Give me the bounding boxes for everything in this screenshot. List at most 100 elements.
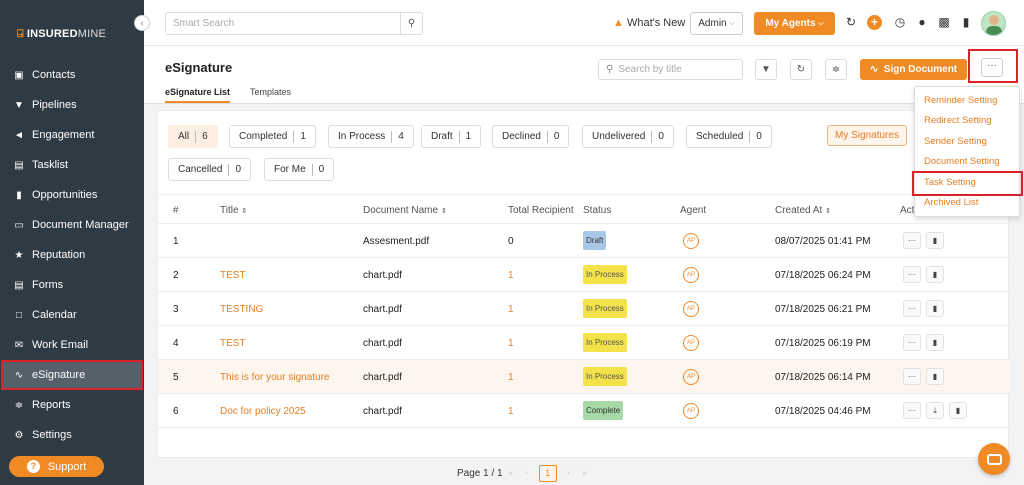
- sign-document-button[interactable]: ∿ Sign Document: [860, 59, 967, 80]
- bell-icon[interactable]: ●: [915, 15, 929, 29]
- sidebar-item-esignature[interactable]: ∿ eSignature: [1, 360, 143, 390]
- filter-button[interactable]: ▼: [755, 59, 777, 80]
- sidebar-item-contacts[interactable]: ▣ Contacts: [0, 60, 144, 90]
- row-recipients[interactable]: 1: [508, 338, 514, 349]
- app-logo[interactable]: ⍈ INSUREDMINE: [17, 28, 106, 41]
- row-recipients[interactable]: 1: [508, 406, 514, 417]
- delete-icon[interactable]: ▮: [926, 368, 944, 385]
- sidebar-item-reputation[interactable]: ★ Reputation: [0, 240, 144, 270]
- sidebar-item-tasklist[interactable]: ▤ Tasklist: [0, 150, 144, 180]
- first-page-button[interactable]: «: [503, 466, 519, 482]
- refresh-button[interactable]: ↻: [790, 59, 812, 80]
- calculator-icon[interactable]: ▮: [959, 15, 973, 29]
- col-header-title[interactable]: Title ⇕: [220, 205, 247, 216]
- more-options-button[interactable]: ···: [981, 58, 1003, 77]
- delete-icon[interactable]: ▮: [949, 402, 967, 419]
- status-badge: In Process: [583, 299, 627, 318]
- menu-item-archived-list[interactable]: Archived List: [924, 197, 978, 208]
- row-document-name: chart.pdf: [363, 304, 402, 315]
- admin-select[interactable]: Admin ⌵: [690, 12, 743, 35]
- refresh-icon: ↻: [796, 64, 806, 75]
- smart-search-input[interactable]: [166, 18, 400, 29]
- row-recipients[interactable]: 1: [508, 304, 514, 315]
- table-row[interactable]: 5 This is for your signature chart.pdf 1…: [158, 360, 1010, 394]
- sidebar-item-calendar[interactable]: □ Calendar: [0, 300, 144, 330]
- more-options-menu: Reminder Setting Redirect Setting Sender…: [912, 86, 1023, 217]
- filter-chip-cancelled[interactable]: Cancelled 0: [168, 158, 252, 181]
- row-more-button[interactable]: ···: [903, 402, 921, 419]
- row-more-button[interactable]: ···: [903, 266, 921, 283]
- table-row[interactable]: 6 Doc for policy 2025 chart.pdf 1 Comple…: [158, 394, 1010, 428]
- col-header-document-name[interactable]: Document Name ⇕: [363, 205, 447, 216]
- last-page-button[interactable]: »: [577, 466, 593, 482]
- row-more-button[interactable]: ···: [903, 300, 921, 317]
- row-created-at: 07/18/2025 04:46 PM: [775, 406, 871, 417]
- filter-chip-completed[interactable]: Completed 1: [229, 125, 316, 148]
- delete-icon[interactable]: ▮: [926, 232, 944, 249]
- row-created-at: 07/18/2025 06:14 PM: [775, 372, 871, 383]
- support-button[interactable]: ? Support: [9, 456, 104, 477]
- row-title-link[interactable]: TESTING: [220, 304, 263, 315]
- agent-avatar: AP: [683, 335, 699, 351]
- menu-item-reminder-setting[interactable]: Reminder Setting: [924, 95, 997, 106]
- title-search-input[interactable]: [618, 64, 751, 75]
- add-icon[interactable]: +: [867, 15, 882, 30]
- avatar[interactable]: [981, 11, 1006, 36]
- chevron-down-icon: ⌵: [729, 19, 735, 27]
- prev-page-button[interactable]: ‹: [519, 466, 535, 482]
- row-more-button[interactable]: ···: [903, 232, 921, 249]
- row-recipients: 0: [508, 236, 514, 247]
- row-recipients[interactable]: 1: [508, 372, 514, 383]
- row-title-link[interactable]: Doc for policy 2025: [220, 406, 306, 417]
- sidebar-item-forms[interactable]: ▤ Forms: [0, 270, 144, 300]
- filter-chip-scheduled[interactable]: Scheduled 0: [686, 125, 772, 148]
- filter-chip-for-me[interactable]: For Me 0: [264, 158, 335, 181]
- collapse-sidebar-button[interactable]: ‹: [134, 15, 150, 31]
- table-row[interactable]: 4 TEST chart.pdf 1 In Process AP 07/18/2…: [158, 326, 1010, 360]
- delete-icon[interactable]: ▮: [926, 266, 944, 283]
- download-icon[interactable]: ⤓: [926, 402, 944, 419]
- my-agents-button[interactable]: My Agents ⌵: [754, 12, 835, 35]
- tab-esignature-list[interactable]: eSignature List: [165, 87, 231, 103]
- sidebar-item-document-manager[interactable]: ▭ Document Manager: [0, 210, 144, 240]
- row-more-button[interactable]: ···: [903, 334, 921, 351]
- row-more-button[interactable]: ···: [903, 368, 921, 385]
- row-title-link[interactable]: This is for your signature: [220, 372, 330, 383]
- sidebar-item-work-email[interactable]: ✉ Work Email: [0, 330, 144, 360]
- table-row[interactable]: 1 Assesment.pdf 0 Draft AP 08/07/2025 01…: [158, 224, 1010, 258]
- next-page-button[interactable]: ›: [561, 466, 577, 482]
- chat-button[interactable]: [978, 443, 1010, 475]
- chip-icon[interactable]: ▩: [937, 15, 951, 29]
- menu-item-sender-setting[interactable]: Sender Setting: [924, 136, 987, 147]
- filter-chip-in-process[interactable]: In Process 4: [328, 125, 414, 148]
- delete-icon[interactable]: ▮: [926, 300, 944, 317]
- sidebar-item-pipelines[interactable]: ▼ Pipelines: [0, 90, 144, 120]
- menu-item-redirect-setting[interactable]: Redirect Setting: [924, 115, 992, 126]
- filter-chip-declined[interactable]: Declined 0: [492, 125, 570, 148]
- table-row[interactable]: 3 TESTING chart.pdf 1 In Process AP 07/1…: [158, 292, 1010, 326]
- sidebar-item-engagement[interactable]: ◄ Engagement: [0, 120, 144, 150]
- filter-chip-undelivered[interactable]: Undelivered 0: [582, 125, 674, 148]
- col-header-created-at[interactable]: Created At ⇕: [775, 205, 831, 216]
- search-icon[interactable]: ⚲: [400, 13, 422, 34]
- chart-button[interactable]: ≑: [825, 59, 847, 80]
- whats-new-link[interactable]: ▲ What's New: [613, 17, 685, 29]
- menu-item-document-setting[interactable]: Document Setting: [924, 156, 1000, 167]
- table-row[interactable]: 2 TEST chart.pdf 1 In Process AP 07/18/2…: [158, 258, 1010, 292]
- refresh-icon[interactable]: ↻: [844, 15, 858, 29]
- row-title-link[interactable]: TEST: [220, 338, 246, 349]
- clock-icon[interactable]: ◷: [893, 15, 907, 29]
- filter-chip-draft[interactable]: Draft 1: [421, 125, 482, 148]
- delete-icon[interactable]: ▮: [926, 334, 944, 351]
- sidebar-item-opportunities[interactable]: ▮ Opportunities: [0, 180, 144, 210]
- sidebar-item-settings[interactable]: ⚙ Settings: [0, 420, 144, 450]
- my-signatures-button[interactable]: My Signatures: [827, 125, 907, 146]
- tab-templates[interactable]: Templates: [250, 87, 291, 97]
- current-page-button[interactable]: 1: [538, 465, 557, 482]
- row-recipients[interactable]: 1: [508, 270, 514, 281]
- row-title-link[interactable]: TEST: [220, 270, 246, 281]
- top-bar: ⚲ ▲ What's New Admin ⌵ My Agents ⌵ ↻ + ◷…: [144, 0, 1024, 46]
- filter-chip-all[interactable]: All 6: [168, 125, 218, 148]
- row-document-name: chart.pdf: [363, 338, 402, 349]
- sidebar-item-reports[interactable]: ≑ Reports: [0, 390, 144, 420]
